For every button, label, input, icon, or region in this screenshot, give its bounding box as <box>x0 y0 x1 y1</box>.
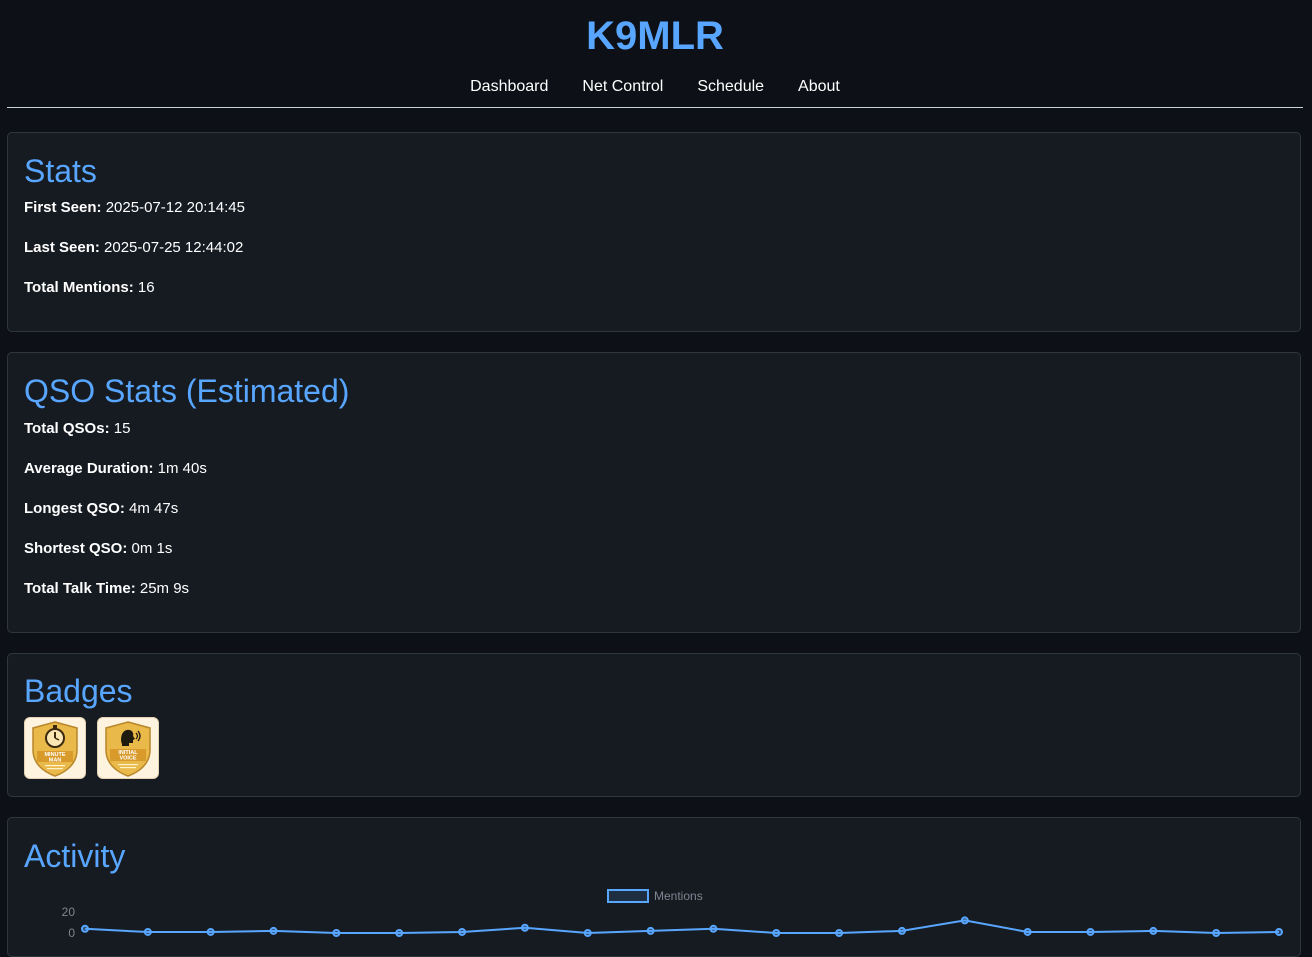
activity-chart: Mentions 0 20 <box>8 878 1302 948</box>
data-point <box>332 929 341 937</box>
data-point <box>583 929 592 937</box>
badges-card: Badges MINUTE MAN INITIAL VOICE <box>7 653 1301 797</box>
data-point <box>960 916 969 925</box>
stats-heading: Stats <box>24 153 97 189</box>
nav-schedule[interactable]: Schedule <box>697 76 764 98</box>
stopwatch-icon: MINUTE MAN <box>32 721 78 777</box>
y-tick-label: 20 <box>62 905 76 919</box>
shortest-qso-row: Shortest QSO: 0m 1s <box>24 539 172 559</box>
data-point <box>206 927 215 936</box>
total-mentions-label: Total Mentions: <box>24 279 134 296</box>
first-seen-row: First Seen: 2025-07-12 20:14:45 <box>24 198 245 218</box>
y-tick-label: 0 <box>68 926 75 940</box>
activity-heading: Activity <box>24 838 126 874</box>
total-mentions-value: 16 <box>137 279 155 296</box>
shortest-qso-label: Shortest QSO: <box>24 540 128 557</box>
total-mentions-row: Total Mentions: 16 <box>24 278 155 298</box>
data-point <box>81 924 89 933</box>
data-point <box>395 929 404 937</box>
legend-swatch <box>607 889 649 903</box>
longest-qso-label: Longest QSO: <box>24 500 125 517</box>
data-point <box>520 923 529 932</box>
data-point <box>1275 927 1283 936</box>
data-point <box>1149 926 1158 935</box>
first-seen-label: First Seen: <box>24 199 102 216</box>
data-point <box>269 926 278 935</box>
average-duration-label: Average Duration: <box>24 460 154 477</box>
speaking-head-icon: INITIAL VOICE <box>105 721 151 777</box>
last-seen-value: 2025-07-25 12:44:02 <box>104 239 244 256</box>
activity-chart-svg: Mentions 0 20 <box>62 889 1283 940</box>
data-point <box>772 929 781 937</box>
stats-card: Stats First Seen: 2025-07-12 20:14:45 La… <box>7 132 1301 332</box>
last-seen-row: Last Seen: 2025-07-25 12:44:02 <box>24 238 243 258</box>
site-header: K9MLR Dashboard Net Control Schedule Abo… <box>7 0 1303 108</box>
nav-about[interactable]: About <box>798 76 840 98</box>
total-qsos-label: Total QSOs: <box>24 420 110 437</box>
data-point <box>1086 927 1095 936</box>
svg-text:VOICE: VOICE <box>119 756 136 762</box>
average-duration-value: 1m 40s <box>157 460 207 477</box>
data-point <box>143 927 152 936</box>
svg-text:MAN: MAN <box>49 758 62 764</box>
first-seen-value: 2025-07-12 20:14:45 <box>105 199 245 216</box>
data-point <box>646 926 655 935</box>
data-point <box>835 929 844 937</box>
shortest-qso-value: 0m 1s <box>131 540 173 557</box>
data-point <box>458 927 467 936</box>
data-point <box>1023 927 1032 936</box>
badges-heading: Badges <box>24 673 133 709</box>
total-talk-time-label: Total Talk Time: <box>24 580 136 597</box>
average-duration-row: Average Duration: 1m 40s <box>24 459 207 479</box>
total-qsos-row: Total QSOs: 15 <box>24 419 130 439</box>
legend-label: Mentions <box>654 889 703 903</box>
nav-dashboard[interactable]: Dashboard <box>470 76 548 98</box>
qso-stats-card: QSO Stats (Estimated) Total QSOs: 15 Ave… <box>7 352 1301 633</box>
data-point <box>709 924 718 933</box>
total-qsos-value: 15 <box>113 420 131 437</box>
data-point <box>897 926 906 935</box>
mentions-line <box>84 919 1280 935</box>
longest-qso-value: 4m 47s <box>129 500 179 517</box>
badge-initial-voice[interactable]: INITIAL VOICE <box>97 717 159 779</box>
last-seen-label: Last Seen: <box>24 239 100 256</box>
site-title: K9MLR <box>586 14 724 58</box>
main-nav: Dashboard Net Control Schedule About <box>7 76 1303 98</box>
activity-card: Activity Mentions 0 20 <box>7 817 1301 957</box>
qso-stats-heading: QSO Stats (Estimated) <box>24 373 350 409</box>
longest-qso-row: Longest QSO: 4m 47s <box>24 499 178 519</box>
data-point <box>1212 929 1221 937</box>
badge-minute-man[interactable]: MINUTE MAN <box>24 717 86 779</box>
total-talk-time-row: Total Talk Time: 25m 9s <box>24 579 189 599</box>
total-talk-time-value: 25m 9s <box>139 580 190 597</box>
nav-net-control[interactable]: Net Control <box>582 76 663 98</box>
